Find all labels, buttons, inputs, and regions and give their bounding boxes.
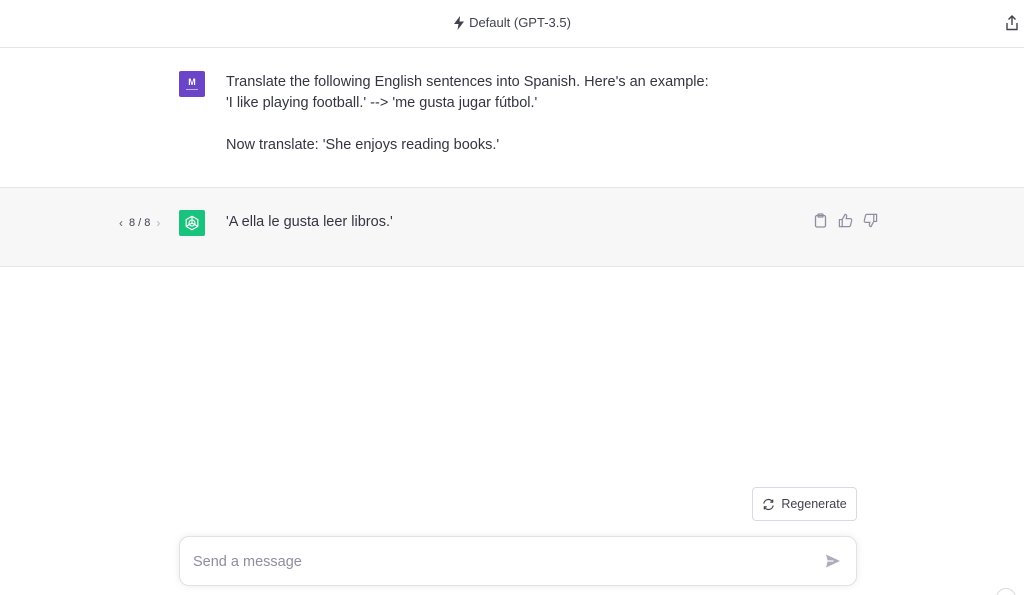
next-response-button[interactable]: › — [156, 216, 160, 230]
regenerate-label: Regenerate — [781, 497, 847, 511]
response-pager: ‹ 8 / 8 › — [119, 216, 160, 230]
model-label: Default (GPT-3.5) — [469, 15, 571, 30]
user-avatar: M — [179, 71, 205, 97]
pager-count: 8 / 8 — [129, 217, 151, 229]
message-composer — [179, 536, 857, 586]
user-message-line — [226, 114, 786, 135]
thumbs-up-button[interactable] — [837, 212, 853, 228]
refresh-icon — [763, 498, 775, 510]
assistant-message-text: 'A ella le gusta leer libros.' — [226, 214, 393, 230]
send-icon — [826, 554, 840, 568]
model-selector[interactable]: Default (GPT-3.5) — [0, 15, 1024, 30]
previous-response-button[interactable]: ‹ — [119, 216, 123, 230]
copy-button[interactable] — [812, 212, 828, 228]
user-message-line: Translate the following English sentence… — [226, 74, 709, 90]
message-actions — [812, 212, 878, 228]
bolt-icon — [454, 15, 465, 30]
share-button[interactable] — [1004, 14, 1020, 32]
thumbs-down-icon — [863, 213, 877, 227]
user-message-line: Now translate: 'She enjoys reading books… — [226, 137, 500, 153]
user-avatar-initial: M — [188, 77, 196, 87]
assistant-avatar — [179, 210, 205, 236]
user-avatar-underline — [186, 89, 198, 90]
send-button[interactable] — [824, 552, 842, 570]
openai-logo-icon — [185, 215, 199, 231]
user-message: M Translate the following English senten… — [0, 49, 1024, 188]
regenerate-button[interactable]: Regenerate — [752, 487, 857, 521]
share-icon — [1006, 15, 1018, 31]
help-button[interactable] — [996, 588, 1016, 595]
user-message-line: 'I like playing football.' --> 'me gusta… — [226, 95, 538, 111]
thumbs-up-icon — [838, 213, 852, 227]
message-input[interactable] — [193, 551, 813, 573]
thumbs-down-button[interactable] — [862, 212, 878, 228]
user-message-text: Translate the following English sentence… — [226, 72, 786, 156]
top-bar: Default (GPT-3.5) — [0, 0, 1024, 48]
assistant-message: ‹ 8 / 8 › 'A ella le gusta leer libros.' — [0, 188, 1024, 267]
clipboard-icon — [814, 212, 826, 228]
